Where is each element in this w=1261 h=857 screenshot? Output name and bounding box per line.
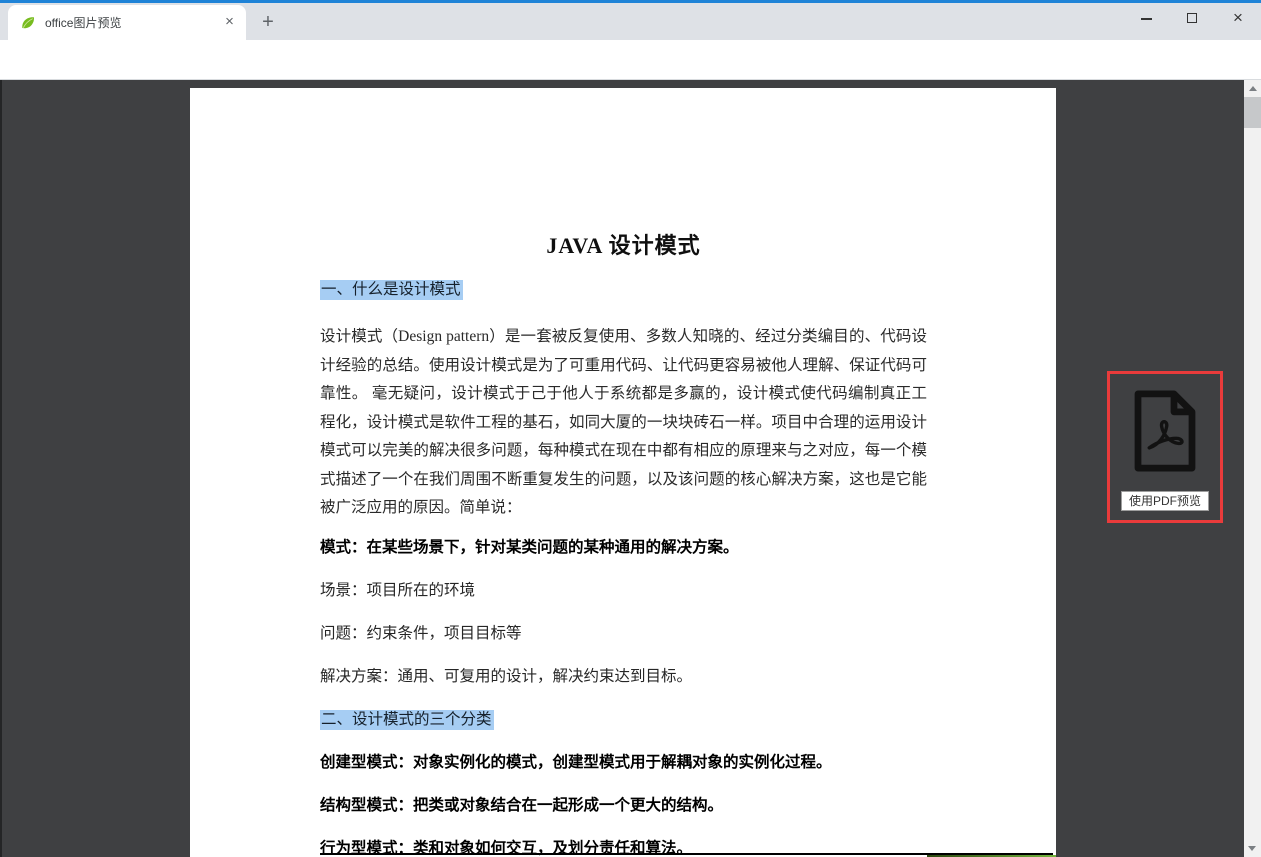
minimize-button[interactable]: [1123, 3, 1169, 40]
scrollbar-thumb[interactable]: [1244, 97, 1261, 128]
pdf-preview-button[interactable]: 使用PDF预览: [1107, 371, 1223, 523]
structural-pattern-line: 结构型模式：把类或对象结合在一起形成一个更大的结构。: [320, 796, 927, 816]
new-tab-button[interactable]: +: [256, 11, 280, 35]
section-heading-2: 二、设计模式的三个分类: [320, 710, 927, 730]
vertical-scrollbar[interactable]: [1244, 80, 1261, 857]
window-controls: ×: [1123, 3, 1261, 40]
solution-line: 解决方案：通用、可复用的设计，解决约束达到目标。: [320, 667, 927, 687]
creational-pattern-line: 创建型模式：对象实例化的模式，创建型模式用于解耦对象的实例化过程。: [320, 753, 927, 773]
page-viewport: JAVA 设计模式 一、什么是设计模式 设计模式（Design pattern）…: [0, 80, 1261, 857]
maximize-icon: [1187, 13, 1197, 23]
tab-strip: office图片预览 × + ×: [0, 3, 1261, 40]
pdf-file-icon: [1129, 389, 1201, 473]
pdf-preview-label: 使用PDF预览: [1121, 491, 1209, 511]
intro-paragraph: 设计模式（Design pattern）是一套被反复使用、多数人知晓的、经过分类…: [320, 323, 927, 523]
scene-line: 场景：项目所在的环境: [320, 581, 927, 601]
tab-close-icon[interactable]: ×: [221, 14, 238, 31]
document-title: JAVA 设计模式: [320, 228, 927, 260]
scroll-down-icon[interactable]: [1248, 846, 1256, 851]
section-heading-1: 一、什么是设计模式: [320, 280, 927, 300]
tab-title: office图片预览: [45, 14, 221, 31]
minimize-icon: [1141, 18, 1152, 20]
close-button[interactable]: ×: [1215, 3, 1261, 40]
spring-leaf-favicon: [20, 15, 36, 31]
close-icon: ×: [1233, 11, 1243, 25]
scroll-up-icon[interactable]: [1249, 86, 1257, 91]
maximize-button[interactable]: [1169, 3, 1215, 40]
browser-tab[interactable]: office图片预览 ×: [8, 5, 246, 40]
browser-toolbar: localhost:8012/onlinePreview?url=http://…: [0, 40, 1261, 80]
problem-line: 问题：约束条件，项目目标等: [320, 624, 927, 644]
document-page: JAVA 设计模式 一、什么是设计模式 设计模式（Design pattern）…: [190, 88, 1056, 857]
pattern-definition-line: 模式：在某些场景下，针对某类问题的某种通用的解决方案。: [320, 538, 927, 558]
window-left-edge: [0, 80, 2, 857]
